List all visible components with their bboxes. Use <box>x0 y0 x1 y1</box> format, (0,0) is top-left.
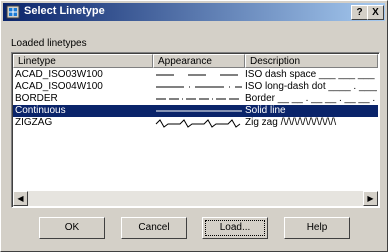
help-title-button[interactable]: ? <box>351 5 368 20</box>
horizontal-scrollbar[interactable]: ◀ ▶ <box>13 191 378 206</box>
linetype-row[interactable]: BORDER Border __ __ . __ __ . __ __ . <box>13 93 378 105</box>
linetype-list[interactable]: Linetype Appearance Description ACAD_ISO… <box>11 52 380 208</box>
column-header-appearance[interactable]: Appearance <box>153 54 245 68</box>
help-button[interactable]: Help <box>284 217 350 239</box>
linetype-row[interactable]: Continuous Solid line <box>13 105 378 117</box>
linetype-row[interactable]: ZIGZAG Zig zag /\/\/\/\/\/\/\/\/\/\ <box>13 117 378 129</box>
linetype-name: BORDER <box>15 93 58 104</box>
linetype-name: ACAD_ISO04W100 <box>15 81 103 92</box>
linetype-row[interactable]: ACAD_ISO04W100 ISO long-dash dot ____ . _… <box>13 81 378 93</box>
linetype-description: Border __ __ . __ __ . __ __ . <box>245 93 376 104</box>
ok-button[interactable]: OK <box>39 217 105 239</box>
scroll-left-button[interactable]: ◀ <box>13 191 28 206</box>
window-title: Select Linetype <box>24 5 105 17</box>
load-button[interactable]: Load... <box>202 217 268 239</box>
linetype-name: Continuous <box>15 105 66 116</box>
linetype-appearance <box>154 117 246 133</box>
linetype-description: Solid line <box>245 105 286 116</box>
title-bar[interactable]: Select Linetype ? X <box>3 3 385 21</box>
column-header-linetype[interactable]: Linetype <box>13 54 153 68</box>
linetype-description: Zig zag /\/\/\/\/\/\/\/\/\/\ <box>245 117 337 128</box>
column-header-description[interactable]: Description <box>245 54 378 68</box>
scroll-right-button[interactable]: ▶ <box>363 191 378 206</box>
cancel-button[interactable]: Cancel <box>121 217 187 239</box>
linetype-description: ISO long-dash dot ____ . ____ <box>245 81 377 92</box>
linetype-row[interactable]: ACAD_ISO03W100 ISO dash space ___ ___ ___ <box>13 69 378 81</box>
linetype-description: ISO dash space ___ ___ ___ <box>245 69 375 80</box>
select-linetype-dialog: Select Linetype ? X Loaded linetypes Lin… <box>0 0 388 252</box>
close-icon: X <box>372 7 379 18</box>
linetype-name: ZIGZAG <box>15 117 53 128</box>
question-mark-icon: ? <box>356 7 363 18</box>
autocad-dialog-icon <box>6 5 20 19</box>
close-title-button[interactable]: X <box>367 5 384 20</box>
linetype-name: ACAD_ISO03W100 <box>15 69 103 80</box>
loaded-linetypes-label: Loaded linetypes <box>11 38 87 49</box>
